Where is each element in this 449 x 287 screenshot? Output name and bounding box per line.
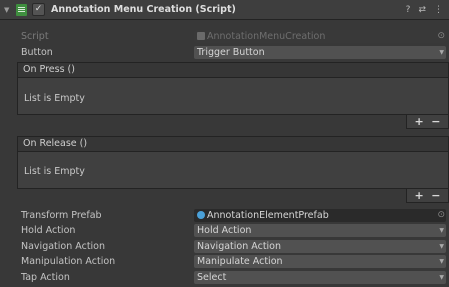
navigation-action-row: Navigation Action Navigation Action ▼ xyxy=(0,240,449,254)
transform-prefab-field[interactable]: AnnotationElementPrefab ⊙ xyxy=(194,209,446,222)
on-press-empty-text: List is Empty xyxy=(24,93,85,104)
component-title: Annotation Menu Creation (Script) xyxy=(51,4,236,15)
button-row: Button Trigger Button ▼ xyxy=(0,46,449,60)
transform-prefab-label: Transform Prefab xyxy=(21,210,102,221)
manipulation-action-value: Manipulate Action xyxy=(197,256,283,267)
hold-action-value: Hold Action xyxy=(197,225,252,236)
manipulation-action-dropdown[interactable]: Manipulate Action ▼ xyxy=(194,255,446,268)
script-icon xyxy=(16,3,27,16)
script-label: Script xyxy=(21,31,49,42)
on-press-header: On Press () xyxy=(17,62,449,78)
object-picker-icon: ⊙ xyxy=(437,31,445,41)
on-release-empty-text: List is Empty xyxy=(24,166,85,177)
tap-action-label: Tap Action xyxy=(21,272,70,283)
on-press-remove-button[interactable]: − xyxy=(431,115,440,128)
tap-action-dropdown[interactable]: Select ▼ xyxy=(194,271,446,284)
manipulation-action-label: Manipulation Action xyxy=(21,256,116,267)
on-release-add-button[interactable]: + xyxy=(415,189,424,202)
transform-prefab-row: Transform Prefab AnnotationElementPrefab… xyxy=(0,209,449,223)
hold-action-row: Hold Action Hold Action ▼ xyxy=(0,224,449,238)
dropdown-arrow-icon: ▼ xyxy=(439,274,444,281)
prefab-icon xyxy=(197,211,205,219)
button-label: Button xyxy=(21,47,53,58)
dropdown-arrow-icon: ▼ xyxy=(439,49,444,56)
on-release-header: On Release () xyxy=(17,136,449,152)
foldout-arrow-icon[interactable]: ▼ xyxy=(4,6,14,14)
cs-script-icon xyxy=(197,32,205,40)
help-icon[interactable]: ? xyxy=(406,5,411,15)
hold-action-label: Hold Action xyxy=(21,225,76,236)
component-header[interactable]: ▼ ✓ Annotation Menu Creation (Script) ? … xyxy=(0,0,449,20)
script-row: Script AnnotationMenuCreation ⊙ xyxy=(0,30,449,44)
on-press-footer: + − xyxy=(406,115,449,129)
transform-prefab-value: AnnotationElementPrefab xyxy=(207,210,329,221)
dropdown-arrow-icon: ▼ xyxy=(439,227,444,234)
navigation-action-dropdown[interactable]: Navigation Action ▼ xyxy=(194,240,446,253)
on-release-remove-button[interactable]: − xyxy=(431,189,440,202)
dropdown-arrow-icon: ▼ xyxy=(439,243,444,250)
on-release-footer: + − xyxy=(406,189,449,203)
dropdown-arrow-icon: ▼ xyxy=(439,258,444,265)
script-value: AnnotationMenuCreation xyxy=(207,31,326,42)
script-field: AnnotationMenuCreation ⊙ xyxy=(194,30,446,43)
presets-icon[interactable]: ⇄ xyxy=(418,5,426,15)
object-picker-icon[interactable]: ⊙ xyxy=(437,209,445,222)
tap-action-value: Select xyxy=(197,272,227,283)
more-options-icon[interactable]: ⋮ xyxy=(434,5,443,15)
navigation-action-label: Navigation Action xyxy=(21,241,106,252)
manipulation-action-row: Manipulation Action Manipulate Action ▼ xyxy=(0,255,449,269)
button-value: Trigger Button xyxy=(197,47,265,58)
on-press-add-button[interactable]: + xyxy=(415,115,424,128)
component-enabled-checkbox[interactable]: ✓ xyxy=(32,3,45,16)
navigation-action-value: Navigation Action xyxy=(197,241,282,252)
button-dropdown[interactable]: Trigger Button ▼ xyxy=(194,46,446,59)
on-release-list: List is Empty xyxy=(17,152,449,189)
hold-action-dropdown[interactable]: Hold Action ▼ xyxy=(194,224,446,237)
tap-action-row: Tap Action Select ▼ xyxy=(0,271,449,285)
on-press-list: List is Empty xyxy=(17,78,449,115)
